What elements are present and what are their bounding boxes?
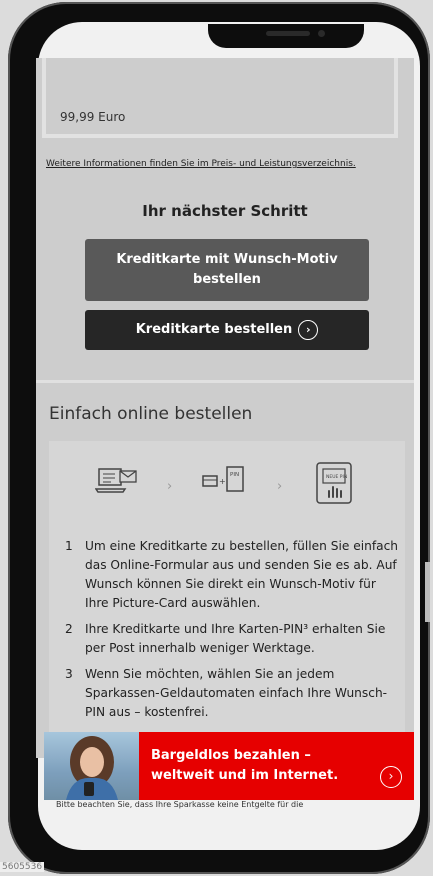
price-value: 99,99 Euro (60, 110, 126, 124)
banner-line-1: Bargeldlos bezahlen – (151, 748, 311, 763)
step-number: 3 (65, 667, 73, 681)
page-content: 99,99 Euro Weitere Informationen finden … (36, 58, 414, 758)
steps-illustration: › + PIN › NEUE PIN (49, 461, 405, 511)
atm-label: NEUE PIN (326, 474, 347, 480)
woman-with-phone-image (66, 736, 118, 800)
list-item: 2 Ihre Kreditkarte und Ihre Karten-PIN³ … (65, 620, 399, 658)
order-card-button-label: Kreditkarte bestellen (135, 322, 293, 337)
section-divider (36, 380, 414, 383)
camera-icon (318, 30, 325, 37)
chevron-right-circle-icon: › (298, 319, 319, 340)
laptop-mail-icon (95, 468, 137, 493)
online-order-heading: Einfach online bestellen (49, 404, 253, 424)
image-watermark: 5605536 (0, 862, 45, 872)
pin-label: PIN (230, 472, 239, 478)
footnote-text: Bitte beachten Sie, dass Ihre Sparkasse … (56, 800, 304, 809)
atm-icon: NEUE PIN (316, 462, 352, 504)
scroll-handle[interactable] (425, 562, 430, 622)
list-item: 1 Um eine Kreditkarte zu bestellen, füll… (65, 537, 399, 613)
list-item: 3 Wenn Sie möchten, wählen Sie an jedem … (65, 665, 399, 722)
step-number: 1 (65, 539, 73, 553)
banner-text: Bargeldlos bezahlen – weltweit und im In… (151, 746, 338, 786)
step-text: Um eine Kreditkarte zu bestellen, füllen… (85, 539, 399, 610)
svg-text:+: + (219, 477, 226, 486)
step-text: Ihre Kreditkarte und Ihre Karten-PIN³ er… (85, 622, 386, 655)
chevron-right-icon: › (277, 479, 283, 494)
chevron-right-icon: › (167, 479, 173, 494)
speaker-icon (266, 31, 310, 36)
price-list-link[interactable]: Weitere Informationen finden Sie im Prei… (46, 159, 356, 169)
banner-line-2: weltweit und im Internet. (151, 768, 339, 783)
steps-list: 1 Um eine Kreditkarte zu bestellen, füll… (65, 537, 399, 729)
card-pin-letter-icon: + PIN (202, 466, 244, 492)
chevron-right-circle-icon[interactable]: › (380, 766, 402, 788)
promo-banner[interactable]: Bargeldlos bezahlen – weltweit und im In… (44, 732, 414, 800)
price-box: 99,99 Euro (42, 58, 398, 138)
phone-notch (208, 24, 364, 48)
next-step-heading: Ihr nächster Schritt (142, 202, 308, 220)
online-order-card: › + PIN › NEUE PIN 1 Um eine Kreditkarte… (49, 441, 405, 758)
order-motif-card-button[interactable]: Kreditkarte mit Wunsch-Motiv bestellen (85, 239, 369, 301)
banner-photo (44, 732, 139, 800)
order-card-button[interactable]: Kreditkarte bestellen › (85, 310, 369, 350)
step-text: Wenn Sie möchten, wählen Sie an jedem Sp… (85, 667, 388, 719)
step-number: 2 (65, 622, 73, 636)
